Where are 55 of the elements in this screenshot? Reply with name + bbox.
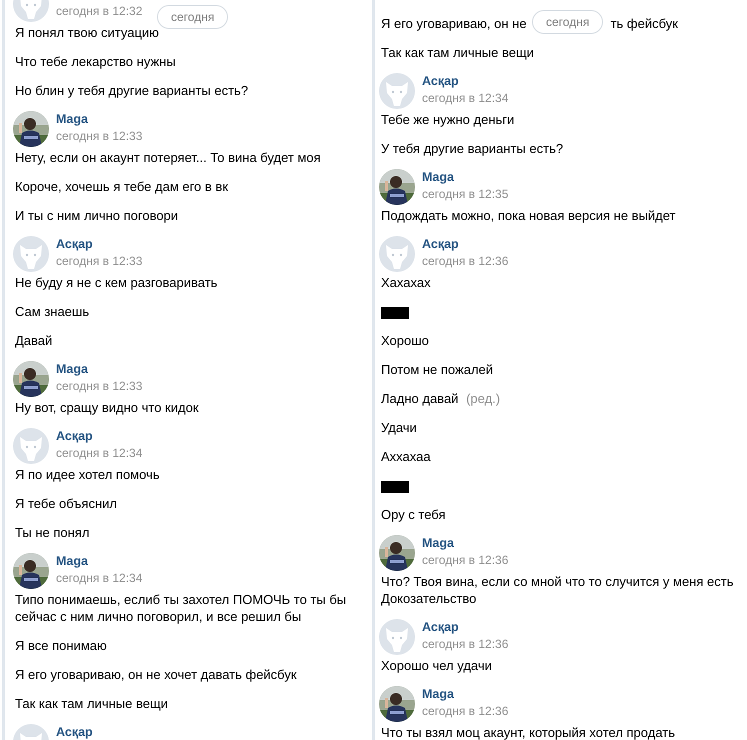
message-text: Я его уговариваю, он не	[381, 15, 527, 32]
message-text: Что тебе лекарство нужны	[15, 54, 176, 69]
message-text: Я все понимаю	[15, 638, 107, 653]
dog-avatar-icon[interactable]	[379, 619, 415, 655]
sender-name[interactable]: Асқар	[56, 724, 93, 740]
message-text: ть фейсбук	[610, 15, 678, 32]
sender-name[interactable]: Асқар	[422, 236, 508, 253]
message-text: Но блин у тебя другие варианты есть?	[15, 83, 248, 98]
sender-name[interactable]: Асқар	[56, 428, 142, 445]
message-text: Хорошо чел удачи	[381, 658, 492, 673]
dog-avatar-icon[interactable]	[13, 236, 49, 272]
message-text: Ору с тебя	[381, 507, 446, 522]
message-text: Так как там личные вещи	[15, 696, 168, 711]
message-text: Удачи	[381, 420, 417, 435]
message-text: Я понял твою ситуацию	[15, 25, 159, 40]
redaction-bar	[381, 480, 409, 493]
date-pill: сегодня	[157, 5, 228, 29]
message-text: Что? Твоя вина, если со мной что то случится у меня есть Докозательство	[381, 574, 734, 606]
message-text: Подождать можно, пока новая версия не выйдет	[381, 208, 676, 223]
sender-name[interactable]: Maga	[422, 169, 508, 186]
message-text: Не буду я не с кем разговаривать	[15, 275, 218, 290]
message-text: И ты с ним лично поговори	[15, 208, 178, 223]
message-text: Типо понимаешь, еслиб ты захотел ПОМОЧЬ то ты бы сейчас с ним лично поговорил, и все решил бы	[15, 592, 346, 624]
message-text: Аххахаа	[381, 449, 431, 464]
message-text: Потом не пожалей	[381, 362, 494, 377]
message-text: Ты не понял	[15, 525, 90, 540]
message-text: Что ты взял моц акаунт, которыйя хотел продать	[381, 725, 675, 740]
dog-avatar-icon[interactable]	[379, 236, 415, 272]
dog-avatar-icon[interactable]	[379, 73, 415, 109]
sender-name[interactable]: Асқар	[422, 73, 508, 90]
message-text: Хахахах	[381, 275, 431, 290]
message-text: Я тебе объяснил	[15, 496, 117, 511]
message-text: Короче, хочешь я тебе дам его в вк	[15, 179, 228, 194]
message-text: Я его уговариваю, он не хочет давать фейсбук	[15, 667, 297, 682]
sender-name[interactable]: Maga	[56, 361, 142, 378]
message-text: Хорошо	[381, 333, 429, 348]
message-text: Ну вот, сращу видно что кидок	[15, 400, 199, 415]
message-text: Сам знаешь	[15, 304, 90, 319]
sender-name[interactable]: Maga	[56, 111, 142, 128]
message-text: Нету, если он акаунт потеряет... То вина будет моя	[15, 150, 321, 165]
sender-name[interactable]: Асқар	[422, 619, 508, 636]
message-text: Ладно давай	[381, 391, 458, 406]
redaction-bar	[381, 306, 409, 319]
sender-name[interactable]: Maga	[56, 553, 142, 570]
message-text: Тебе же нужно деньги	[381, 112, 514, 127]
message-text: У тебя другие варианты есть?	[381, 141, 564, 156]
date-pill: сегодня	[532, 10, 604, 34]
sender-name[interactable]: Maga	[422, 686, 508, 703]
edited-label: (ред.)	[466, 391, 500, 406]
message-text: Так как там личные вещи	[381, 45, 534, 60]
dog-avatar-icon[interactable]	[13, 428, 49, 464]
message-text: Я по идее хотел помочь	[15, 467, 160, 482]
message-text: Давай	[15, 333, 52, 348]
sender-name[interactable]: Асқар	[56, 236, 142, 253]
sender-name[interactable]: Maga	[422, 535, 508, 552]
